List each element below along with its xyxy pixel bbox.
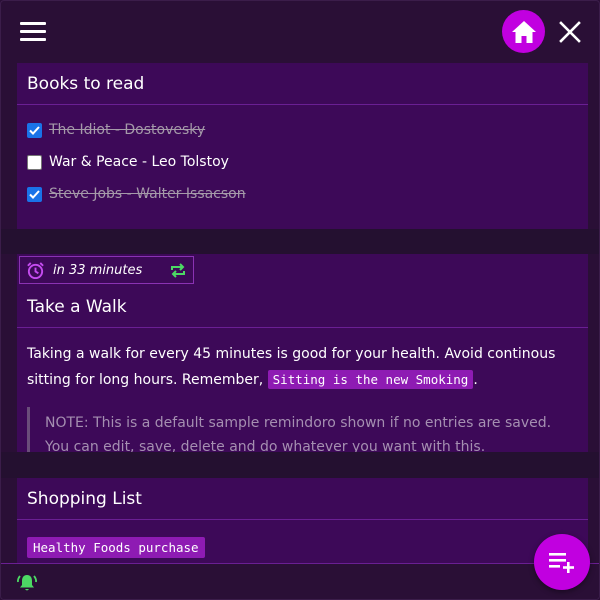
- shopping-card[interactable]: Shopping List Healthy Foods purchase: [17, 478, 588, 568]
- checklist-item[interactable]: War & Peace - Leo Tolstoy: [17, 146, 588, 178]
- checklist-item[interactable]: The Idiot - Dostovesky: [17, 114, 588, 146]
- notification-bell-icon[interactable]: [16, 573, 38, 593]
- checklist-item[interactable]: Steve Jobs - Walter Issacson: [17, 178, 588, 210]
- books-card: Books to read The Idiot - Dostovesky War…: [17, 63, 588, 229]
- close-button[interactable]: [557, 19, 583, 45]
- checklist-item-label: War & Peace - Leo Tolstoy: [49, 154, 229, 170]
- checklist-item-label: Steve Jobs - Walter Issacson: [49, 186, 246, 202]
- checkbox-checked[interactable]: [27, 122, 42, 138]
- hamburger-menu-icon: [20, 22, 46, 25]
- card-title: Shopping List: [17, 478, 588, 520]
- add-note-fab[interactable]: [534, 534, 590, 590]
- blockquote-note: NOTE: This is a default sample remindoro…: [27, 407, 578, 452]
- alarm-clock-icon: [27, 261, 44, 279]
- inline-code-tag: Healthy Foods purchase: [27, 537, 205, 558]
- menu-button[interactable]: [19, 21, 47, 43]
- card-body: Taking a walk for every 45 minutes is go…: [17, 328, 588, 393]
- home-icon: [511, 20, 536, 43]
- checkmark-icon: [29, 189, 40, 199]
- top-bar: [1, 1, 599, 63]
- bottom-bar: [1, 563, 599, 599]
- checkbox-unchecked[interactable]: [27, 154, 42, 170]
- hamburger-line: [20, 38, 46, 41]
- hamburger-line: [20, 30, 46, 33]
- reminder-chip[interactable]: in 33 minutes: [19, 256, 194, 284]
- repeat-icon: [171, 263, 185, 278]
- close-icon: [559, 21, 581, 43]
- checkbox-checked[interactable]: [27, 186, 42, 202]
- inline-code: Sitting is the new Smoking: [267, 370, 474, 389]
- checkmark-icon: [29, 125, 40, 135]
- checklist-item-label: The Idiot - Dostovesky: [49, 122, 206, 138]
- checklist: The Idiot - Dostovesky War & Peace - Leo…: [17, 105, 588, 210]
- card-title: Take a Walk: [17, 286, 588, 328]
- reminder-time: in 33 minutes: [53, 262, 143, 278]
- body-suffix: .: [473, 372, 478, 388]
- card-title: Books to read: [17, 63, 588, 105]
- home-button[interactable]: [502, 10, 545, 53]
- card-separator: [1, 229, 599, 254]
- add-list-icon: [549, 553, 574, 573]
- app-frame: Books to read The Idiot - Dostovesky War…: [0, 0, 600, 600]
- card-separator: [1, 452, 599, 478]
